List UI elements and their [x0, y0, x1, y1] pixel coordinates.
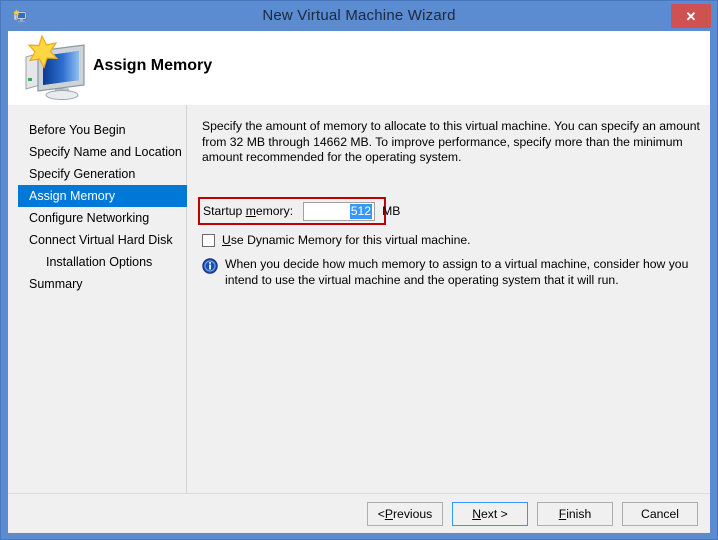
startup-memory-row: Startup memory: 512 MB	[203, 201, 400, 221]
sidebar-item-configure-networking[interactable]: Configure Networking	[8, 207, 186, 229]
sidebar-item-connect-virtual-hard-disk[interactable]: Connect Virtual Hard Disk	[8, 229, 186, 251]
window-title: New Virtual Machine Wizard	[262, 7, 456, 24]
wizard-content-pane: Specify the amount of memory to allocate…	[188, 105, 710, 493]
sidebar-item-assign-memory[interactable]: Assign Memory	[18, 185, 187, 207]
sidebar-item-summary[interactable]: Summary	[8, 273, 186, 295]
info-icon	[202, 258, 218, 274]
sidebar-item-specify-name-and-location[interactable]: Specify Name and Location	[8, 141, 186, 163]
close-icon: ✕	[685, 8, 697, 24]
page-title: Assign Memory	[93, 57, 213, 74]
new-virtual-machine-monitor-icon	[16, 33, 92, 103]
sidebar-item-installation-options[interactable]: Installation Options	[8, 251, 186, 273]
startup-memory-unit: MB	[382, 204, 401, 218]
wizard-header-banner: Assign Memory	[8, 31, 710, 106]
wizard-footer: < Previous Next > Finish Cancel	[8, 493, 710, 533]
previous-button[interactable]: < Previous	[367, 502, 443, 526]
next-button[interactable]: Next >	[452, 502, 528, 526]
dynamic-memory-checkbox[interactable]	[202, 233, 215, 247]
wizard-step-list: Before You Begin Specify Name and Locati…	[8, 105, 187, 493]
startup-memory-input[interactable]: 512	[303, 201, 376, 221]
cancel-button[interactable]: Cancel	[622, 502, 698, 526]
startup-memory-value: 512	[349, 203, 373, 219]
dynamic-memory-label: Use Dynamic Memory for this virtual mach…	[222, 233, 471, 247]
sidebar-item-before-you-begin[interactable]: Before You Begin	[8, 119, 186, 141]
wizard-buttons: < Previous Next > Finish Cancel	[367, 502, 698, 526]
startup-memory-label: Startup memory:	[203, 204, 294, 218]
close-button[interactable]: ✕	[671, 4, 711, 28]
sidebar-item-specify-generation[interactable]: Specify Generation	[8, 163, 186, 185]
wizard-body: Before You Begin Specify Name and Locati…	[8, 105, 710, 493]
client-area: Assign Memory Before You Begin Specify N…	[8, 31, 710, 533]
page-description: Specify the amount of memory to allocate…	[202, 119, 700, 164]
title-bar[interactable]: New Virtual Machine Wizard ✕	[1, 1, 717, 31]
memory-info-text: When you decide how much memory to assig…	[225, 257, 689, 287]
dynamic-memory-checkbox-row[interactable]: Use Dynamic Memory for this virtual mach…	[202, 233, 471, 247]
memory-info-note: When you decide how much memory to assig…	[202, 257, 702, 288]
finish-button[interactable]: Finish	[537, 502, 613, 526]
new-virtual-machine-wizard-window: New Virtual Machine Wizard ✕ Assign Memo…	[0, 0, 718, 540]
